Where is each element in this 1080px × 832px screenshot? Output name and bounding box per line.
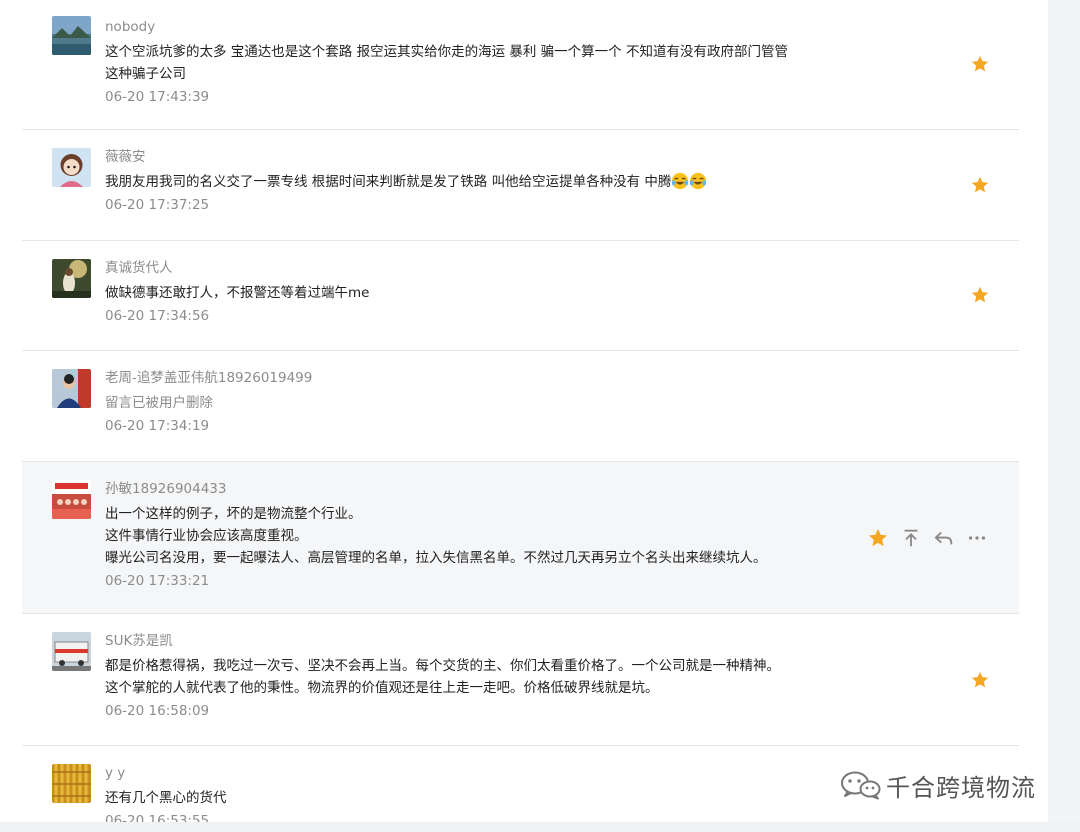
comment-list: nobody 这个空派坑爹的太多 宝通达也是这个套路 报空运其实给你走的海运 暴… bbox=[0, 0, 1048, 832]
comment-nickname[interactable]: nobody bbox=[105, 17, 825, 37]
comment-item: nobody 这个空派坑爹的太多 宝通达也是这个套路 报空运其实给你走的海运 暴… bbox=[22, 0, 1019, 130]
comment-timestamp: 06-20 17:34:56 bbox=[105, 308, 210, 324]
comment-text-line: 这个空派坑爹的太多 宝通达也是这个套路 报空运其实给你走的海运 暴利 骗一个算一… bbox=[105, 44, 788, 60]
pin-to-top-icon[interactable] bbox=[900, 527, 922, 549]
star-icon[interactable] bbox=[970, 54, 990, 74]
comment-text: 做缺德事还敢打人，不报警还等着过端午me bbox=[105, 282, 825, 304]
star-icon[interactable] bbox=[867, 527, 889, 549]
comment-text-line: 这个掌舵的人就代表了他的秉性。物流界的价值观还是往上走一走吧。价格低破界线就是坑… bbox=[105, 680, 659, 696]
comment-timestamp: 06-20 16:58:09 bbox=[105, 703, 210, 719]
star-icon[interactable] bbox=[970, 670, 990, 690]
right-gutter bbox=[1048, 0, 1080, 832]
comment-text-line: 曝光公司名没用，要一起曝法人、高层管理的名单，拉入失信黑名单。不然过几天再另立个… bbox=[105, 550, 767, 566]
comment-text-line: 我朋友用我司的名义交了一票专线 根据时间来判断就是发了铁路 叫他给空运提单各种没… bbox=[105, 171, 825, 193]
star-icon[interactable] bbox=[970, 175, 990, 195]
comment-text-line: 这种骗子公司 bbox=[105, 66, 186, 82]
comment-text: 都是价格惹得祸，我吃过一次亏、坚决不会再上当。每个交货的主、你们太看重价格了。一… bbox=[105, 655, 825, 699]
comment-nickname[interactable]: 薇薇安 bbox=[105, 147, 825, 167]
comment-body: 孙敏18926904433 出一个这样的例子，坏的是物流整个行业。 这件事情行业… bbox=[105, 479, 825, 591]
comment-timestamp: 06-20 17:33:21 bbox=[105, 573, 210, 589]
laughing-tears-emoji bbox=[671, 172, 689, 190]
reply-icon[interactable] bbox=[933, 527, 955, 549]
comment-item: SUK苏是凯 都是价格惹得祸，我吃过一次亏、坚决不会再上当。每个交货的主、你们太… bbox=[22, 614, 1019, 746]
comment-text: 出一个这样的例子，坏的是物流整个行业。 这件事情行业协会应该高度重视。 曝光公司… bbox=[105, 503, 825, 569]
comment-nickname[interactable]: 老周-追梦盖亚伟航18926019499 bbox=[105, 368, 825, 388]
comment-text: 还有几个黑心的货代 bbox=[105, 787, 825, 809]
comment-text-line: 这件事情行业协会应该高度重视。 bbox=[105, 528, 308, 544]
comment-text-line: 还有几个黑心的货代 bbox=[105, 790, 227, 806]
comment-nickname[interactable]: SUK苏是凯 bbox=[105, 631, 825, 651]
avatar[interactable] bbox=[52, 764, 91, 803]
comment-body: nobody 这个空派坑爹的太多 宝通达也是这个套路 报空运其实给你走的海运 暴… bbox=[105, 17, 825, 107]
comment-text: 我朋友用我司的名义交了一票专线 根据时间来判断就是发了铁路 叫他给空运提单各种没… bbox=[105, 171, 825, 193]
comment-text: 这个空派坑爹的太多 宝通达也是这个套路 报空运其实给你走的海运 暴利 骗一个算一… bbox=[105, 41, 825, 85]
comment-timestamp: 06-20 17:43:39 bbox=[105, 89, 210, 105]
comment-item: 真诚货代人 做缺德事还敢打人，不报警还等着过端午me 06-20 17:34:5… bbox=[22, 241, 1019, 351]
comment-nickname[interactable]: 孙敏18926904433 bbox=[105, 479, 825, 499]
comment-timestamp: 06-20 17:37:25 bbox=[105, 197, 210, 213]
avatar[interactable] bbox=[52, 16, 91, 55]
avatar[interactable] bbox=[52, 259, 91, 298]
laughing-tears-emoji bbox=[689, 172, 707, 190]
avatar[interactable] bbox=[52, 369, 91, 408]
comment-nickname[interactable]: y y bbox=[105, 763, 825, 783]
more-icon[interactable] bbox=[966, 527, 988, 549]
bottom-bar bbox=[0, 822, 1080, 832]
comment-text-line: 都是价格惹得祸，我吃过一次亏、坚决不会再上当。每个交货的主、你们太看重价格了。一… bbox=[105, 658, 780, 674]
deleted-comment-notice: 留言已被用户删除 bbox=[105, 392, 825, 414]
comment-item: 老周-追梦盖亚伟航18926019499 留言已被用户删除 06-20 17:3… bbox=[22, 351, 1019, 462]
comment-body: y y 还有几个黑心的货代 06-20 16:53:55 bbox=[105, 763, 825, 831]
avatar[interactable] bbox=[52, 148, 91, 187]
comment-text-content: 我朋友用我司的名义交了一票专线 根据时间来判断就是发了铁路 叫他给空运提单各种没… bbox=[105, 174, 672, 190]
comment-body: 薇薇安 我朋友用我司的名义交了一票专线 根据时间来判断就是发了铁路 叫他给空运提… bbox=[105, 147, 825, 215]
comment-timestamp: 06-20 17:34:19 bbox=[105, 418, 210, 434]
avatar[interactable] bbox=[52, 480, 91, 519]
star-icon[interactable] bbox=[970, 285, 990, 305]
comment-body: SUK苏是凯 都是价格惹得祸，我吃过一次亏、坚决不会再上当。每个交货的主、你们太… bbox=[105, 631, 825, 721]
comment-item: 薇薇安 我朋友用我司的名义交了一票专线 根据时间来判断就是发了铁路 叫他给空运提… bbox=[22, 130, 1019, 241]
comment-nickname[interactable]: 真诚货代人 bbox=[105, 258, 825, 278]
comment-text-line: 做缺德事还敢打人，不报警还等着过端午me bbox=[105, 285, 370, 301]
watermark: 千合跨境物流 bbox=[838, 768, 1036, 802]
watermark-text: 千合跨境物流 bbox=[886, 773, 1036, 802]
wechat-icon bbox=[838, 770, 882, 800]
avatar[interactable] bbox=[52, 632, 91, 671]
comment-text-line: 出一个这样的例子，坏的是物流整个行业。 bbox=[105, 506, 362, 522]
comment-text-line: 留言已被用户删除 bbox=[105, 395, 213, 411]
comment-body: 老周-追梦盖亚伟航18926019499 留言已被用户删除 06-20 17:3… bbox=[105, 368, 825, 436]
comment-actions bbox=[867, 527, 997, 549]
comment-body: 真诚货代人 做缺德事还敢打人，不报警还等着过端午me 06-20 17:34:5… bbox=[105, 258, 825, 326]
comment-item: 孙敏18926904433 出一个这样的例子，坏的是物流整个行业。 这件事情行业… bbox=[22, 462, 1019, 614]
